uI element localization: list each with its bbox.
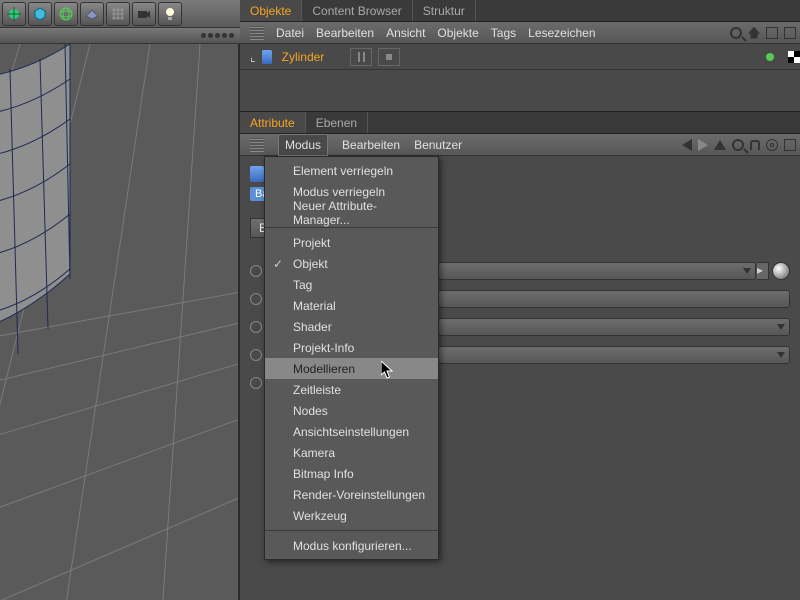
menu-datei[interactable]: Datei — [276, 26, 304, 40]
tab-struktur[interactable]: Struktur — [413, 0, 476, 21]
object-row-zylinder[interactable]: ⌞ Zylinder — [240, 44, 800, 70]
tool-scale-icon[interactable] — [2, 2, 26, 26]
dot-icon — [201, 33, 206, 38]
menu-tags[interactable]: Tags — [491, 26, 516, 40]
menu-item-projekt[interactable]: Projekt — [265, 232, 438, 253]
separator — [265, 227, 438, 228]
checker-icon[interactable] — [788, 51, 800, 63]
search-icon[interactable] — [730, 27, 742, 39]
modus-popup-menu: Element verriegeln Modus verriegeln Neue… — [264, 156, 439, 560]
chevron-down-icon — [777, 352, 785, 358]
menu-item-neuer-attribute-manager[interactable]: Neuer Attribute-Manager... — [265, 202, 438, 223]
target-icon[interactable] — [766, 139, 778, 151]
menu-lesezeichen[interactable]: Lesezeichen — [528, 26, 595, 40]
enable-dot-icon[interactable] — [766, 53, 774, 61]
radio-icon[interactable] — [250, 265, 262, 277]
menu-item-shader[interactable]: Shader — [265, 316, 438, 337]
attribute-menu: Modus Bearbeiten Benutzer — [240, 134, 800, 156]
tool-camera-icon[interactable] — [132, 2, 156, 26]
separator — [265, 530, 438, 531]
object-manager-menu: Datei Bearbeiten Ansicht Objekte Tags Le… — [240, 22, 800, 44]
menu-objekte[interactable]: Objekte — [437, 26, 478, 40]
stepper-icon[interactable]: ▸ — [757, 262, 769, 280]
attribute-tabs: Attribute Ebenen — [240, 112, 800, 134]
grip-icon[interactable] — [250, 26, 264, 40]
expand-handle-icon[interactable]: ⌞ — [250, 50, 256, 64]
menu-bearbeiten-attr[interactable]: Bearbeiten — [342, 138, 400, 152]
search-icon[interactable] — [732, 139, 744, 151]
object-manager-tabs: Objekte Content Browser Struktur — [240, 0, 800, 22]
cylinder-icon — [250, 166, 264, 182]
expand-icon[interactable] — [766, 27, 778, 39]
menu-item-tag[interactable]: Tag — [265, 274, 438, 295]
menu-item-objekt[interactable]: Objekt — [265, 253, 438, 274]
cylinder-icon — [262, 50, 272, 64]
menu-item-zeitleiste[interactable]: Zeitleiste — [265, 379, 438, 400]
nav-up-icon[interactable] — [714, 140, 726, 150]
tab-content-browser[interactable]: Content Browser — [302, 0, 412, 21]
chevron-down-icon — [743, 268, 751, 274]
toolbar-secondary — [0, 28, 240, 44]
tool-plane-icon[interactable] — [80, 2, 104, 26]
nav-back-icon[interactable] — [682, 139, 692, 151]
chevron-down-icon — [777, 324, 785, 330]
menu-item-material[interactable]: Material — [265, 295, 438, 316]
tool-globe-icon[interactable] — [54, 2, 78, 26]
tool-cube-icon[interactable] — [28, 2, 52, 26]
object-list-blank — [240, 70, 800, 112]
menu-item-nodes[interactable]: Nodes — [265, 400, 438, 421]
grip-icon[interactable] — [250, 138, 264, 152]
tool-light-icon[interactable] — [158, 2, 182, 26]
menu-ansicht[interactable]: Ansicht — [386, 26, 425, 40]
tab-attribute[interactable]: Attribute — [240, 112, 306, 133]
viewport-content — [0, 44, 240, 600]
radio-icon[interactable] — [250, 377, 262, 389]
dock-icon[interactable] — [784, 139, 796, 151]
menu-item-modellieren[interactable]: Modellieren — [265, 358, 438, 379]
menu-item-render-voreinstellungen[interactable]: Render-Voreinstellungen — [265, 484, 438, 505]
menu-item-projekt-info[interactable]: Projekt-Info — [265, 337, 438, 358]
tab-ebenen[interactable]: Ebenen — [306, 112, 368, 133]
menu-item-werkzeug[interactable]: Werkzeug — [265, 505, 438, 526]
layer-cell[interactable] — [350, 48, 372, 66]
lock-icon[interactable] — [750, 140, 760, 150]
home-icon[interactable] — [748, 27, 760, 39]
tool-grid-icon[interactable] — [106, 2, 130, 26]
dock-icon[interactable] — [784, 27, 796, 39]
tab-objekte[interactable]: Objekte — [240, 0, 302, 21]
visibility-cell[interactable] — [378, 48, 400, 66]
nav-fwd-icon[interactable] — [698, 139, 708, 151]
radio-icon[interactable] — [250, 293, 262, 305]
viewport-3d[interactable] — [0, 44, 240, 600]
menu-benutzer[interactable]: Benutzer — [414, 138, 462, 152]
menu-modus[interactable]: Modus — [278, 134, 328, 156]
menu-item-bitmap-info[interactable]: Bitmap Info — [265, 463, 438, 484]
menu-bearbeiten[interactable]: Bearbeiten — [316, 26, 374, 40]
menu-item-modus-konfigurieren[interactable]: Modus konfigurieren... — [265, 535, 438, 556]
menu-item-kamera[interactable]: Kamera — [265, 442, 438, 463]
main-toolbar — [0, 0, 240, 28]
radio-icon[interactable] — [250, 349, 262, 361]
globe-icon[interactable] — [772, 262, 790, 280]
radio-icon[interactable] — [250, 321, 262, 333]
menu-item-ansichtseinstellungen[interactable]: Ansichtseinstellungen — [265, 421, 438, 442]
menu-item-element-verriegeln[interactable]: Element verriegeln — [265, 160, 438, 181]
object-name-label[interactable]: Zylinder — [282, 50, 325, 64]
